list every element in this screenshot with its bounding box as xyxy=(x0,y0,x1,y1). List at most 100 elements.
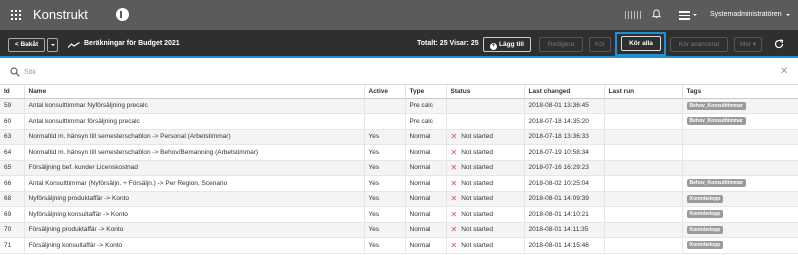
error-x-icon: ✕ xyxy=(450,178,458,188)
cell-tags: Kontobelopp xyxy=(682,237,798,254)
cell-type: Normal xyxy=(405,160,447,176)
tag-badge[interactable]: Behov_Konsulttimmar xyxy=(686,179,746,188)
cell-last-run xyxy=(604,206,683,223)
column-header-tags[interactable]: Tags xyxy=(682,85,798,99)
table-row[interactable]: 68 Nyförsäljning produktaffär -> Konto Yes… xyxy=(0,191,798,207)
brand-logo-icon xyxy=(116,8,129,21)
user-menu[interactable]: Systemadministratören xyxy=(710,11,782,18)
error-x-icon: ✕ xyxy=(450,132,458,142)
cell-type: Normal xyxy=(405,222,447,238)
cell-tags xyxy=(682,144,798,161)
status-text: Not started xyxy=(461,133,493,141)
back-history-dropdown[interactable] xyxy=(47,38,58,52)
table-row[interactable]: 65 Försäljning bef. kunder Licenskostnad Y… xyxy=(0,160,798,176)
cell-active: Yes xyxy=(364,129,406,145)
chevron-down-icon[interactable] xyxy=(786,14,790,18)
brand-name: Konstrukt xyxy=(33,7,88,22)
column-header-type[interactable]: Type xyxy=(405,85,447,99)
status-text: Not started xyxy=(461,148,493,156)
error-x-icon: ✕ xyxy=(450,163,458,173)
run-button[interactable]: Kör xyxy=(589,37,611,52)
tag-badge[interactable]: Kontobelopp xyxy=(686,225,724,234)
cell-name: Normaltid m. hänsyn till semesterschablo… xyxy=(24,144,365,161)
run-advanced-button[interactable]: Kör avancerat xyxy=(670,37,728,52)
cell-id: 69 xyxy=(0,206,25,223)
add-button[interactable]: + Lägg till xyxy=(483,37,531,52)
column-header-last-changed[interactable]: Last changed xyxy=(524,85,605,99)
cell-tags xyxy=(682,160,798,176)
cell-active: Yes xyxy=(364,175,406,192)
apps-grid-icon[interactable] xyxy=(11,10,21,20)
cell-active xyxy=(364,113,406,130)
refresh-icon[interactable] xyxy=(774,39,784,49)
error-x-icon: ✕ xyxy=(450,194,458,204)
column-header-last-run[interactable]: Last run xyxy=(604,85,683,99)
cell-type: Normal xyxy=(405,144,447,161)
table-row[interactable]: 69 Nyförsäljning konsultaffär -> Konto Yes… xyxy=(0,206,798,223)
tag-badge[interactable]: Behov_Konsulttimmar xyxy=(686,101,746,110)
cell-last-run xyxy=(604,129,683,145)
tag-badge[interactable]: Behov_Konsulttimmar xyxy=(686,117,746,126)
column-header-id[interactable]: Id xyxy=(0,85,25,99)
tag-badge[interactable]: Kontobelopp xyxy=(686,194,724,203)
more-button-label: Mer xyxy=(739,41,752,48)
search-input[interactable] xyxy=(24,65,764,79)
cell-type: Normal xyxy=(405,175,447,192)
tag-badge[interactable]: Kontobelopp xyxy=(686,210,724,219)
cell-name: Nyförsäljning produktaffär -> Konto xyxy=(24,191,365,207)
chevron-down-icon[interactable] xyxy=(693,14,697,18)
table-row[interactable]: 59 Antal konsulttimmar Nyförsäljning prec… xyxy=(0,98,798,114)
error-x-icon: ✕ xyxy=(450,240,458,250)
run-all-button[interactable]: Kör alla xyxy=(621,36,661,51)
cell-last-run xyxy=(604,98,683,114)
cell-last-run xyxy=(604,144,683,161)
cell-status: ✕ Not started xyxy=(446,206,525,223)
cell-active: Yes xyxy=(364,206,406,223)
column-header-name[interactable]: Name xyxy=(24,85,365,99)
cell-active: Yes xyxy=(364,144,406,161)
error-x-icon: ✕ xyxy=(450,225,458,235)
cell-last-changed: 2018-07-18 13:36:33 xyxy=(524,129,605,145)
close-icon[interactable]: ✕ xyxy=(780,66,788,77)
cell-status: ✕ Not started xyxy=(446,144,525,161)
cell-tags: Kontobelopp xyxy=(682,222,798,238)
back-button[interactable]: < Bakåt xyxy=(8,38,45,52)
cell-status: ✕ Not started xyxy=(446,175,525,192)
table-row[interactable]: 63 Normaltid m. hänsyn till semesterschab… xyxy=(0,129,798,145)
bell-icon[interactable] xyxy=(652,9,661,19)
cell-active xyxy=(364,98,406,114)
edit-button[interactable]: Redigera xyxy=(539,37,583,52)
table-row[interactable]: 60 Antal konsulttimmar försäljning precal… xyxy=(0,113,798,130)
table-row[interactable]: 70 Försäljning produktaffär -> Konto Yes No… xyxy=(0,222,798,238)
add-button-label: Lägg till xyxy=(499,41,524,48)
cell-last-run xyxy=(604,222,683,238)
hamburger-menu-icon[interactable] xyxy=(679,11,690,22)
cell-last-run xyxy=(604,113,683,130)
cell-type: Normal xyxy=(405,129,447,145)
table-header: Id Name Active Type Status Last changed … xyxy=(0,85,798,99)
table-row[interactable]: 66 Antal Konsulttimmar (Nyförsäljn. + För… xyxy=(0,175,798,192)
cell-type: Pre calc xyxy=(405,98,447,114)
column-header-status[interactable]: Status xyxy=(446,85,525,99)
cell-last-run xyxy=(604,191,683,207)
cell-type: Pre calc xyxy=(405,113,447,130)
more-button[interactable]: Mer ▾ xyxy=(734,37,762,52)
table-row[interactable]: 71 Försäljning konsultaffär -> Konto Yes No… xyxy=(0,237,798,254)
toolbar: < Bakåt Beräkningar för Budget 2021 Tota… xyxy=(0,30,798,58)
cell-status xyxy=(446,113,525,130)
table-row[interactable]: 64 Normaltid m. hänsyn till semesterschab… xyxy=(0,144,798,161)
cell-name: Antal Konsulttimmar (Nyförsäljn. + Försä… xyxy=(24,175,365,192)
cell-type: Normal xyxy=(405,191,447,207)
column-header-active[interactable]: Active xyxy=(364,85,406,99)
cell-tags: Behov_Konsulttimmar xyxy=(682,98,798,114)
page-title: Beräkningar för Budget 2021 xyxy=(84,40,180,47)
cell-name: Normaltid m. hänsyn till semesterschablo… xyxy=(24,129,365,145)
cell-status xyxy=(446,98,525,114)
cell-active: Yes xyxy=(364,222,406,238)
cell-status: ✕ Not started xyxy=(446,237,525,254)
cell-last-changed: 2018-07-16 16:29:23 xyxy=(524,160,605,176)
status-text: Not started xyxy=(461,164,493,172)
barcode-icon[interactable] xyxy=(625,11,641,19)
cell-name: Antal konsulttimmar Nyförsäljning precal… xyxy=(24,98,365,114)
tag-badge[interactable]: Kontobelopp xyxy=(686,241,724,250)
